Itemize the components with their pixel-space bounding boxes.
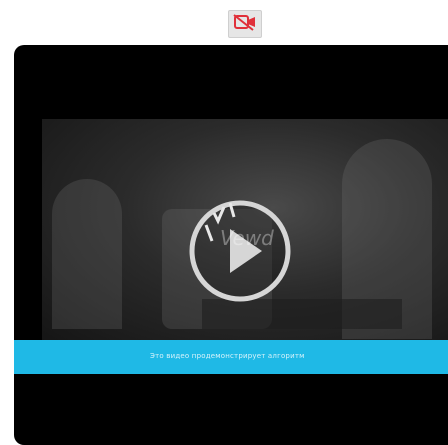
top-toolbar: [0, 0, 448, 44]
play-button[interactable]: Vewd: [184, 195, 296, 307]
caption-text: Это видео продемонстрирует алгоритм: [150, 352, 305, 360]
scene-figure-left: [52, 179, 122, 329]
camera-toggle-button[interactable]: [228, 10, 262, 38]
camera-off-icon: [232, 12, 258, 36]
video-player[interactable]: Vewd Это видео продемонстрирует алгоритм: [14, 45, 448, 445]
watermark-text: Vewd: [220, 226, 274, 250]
